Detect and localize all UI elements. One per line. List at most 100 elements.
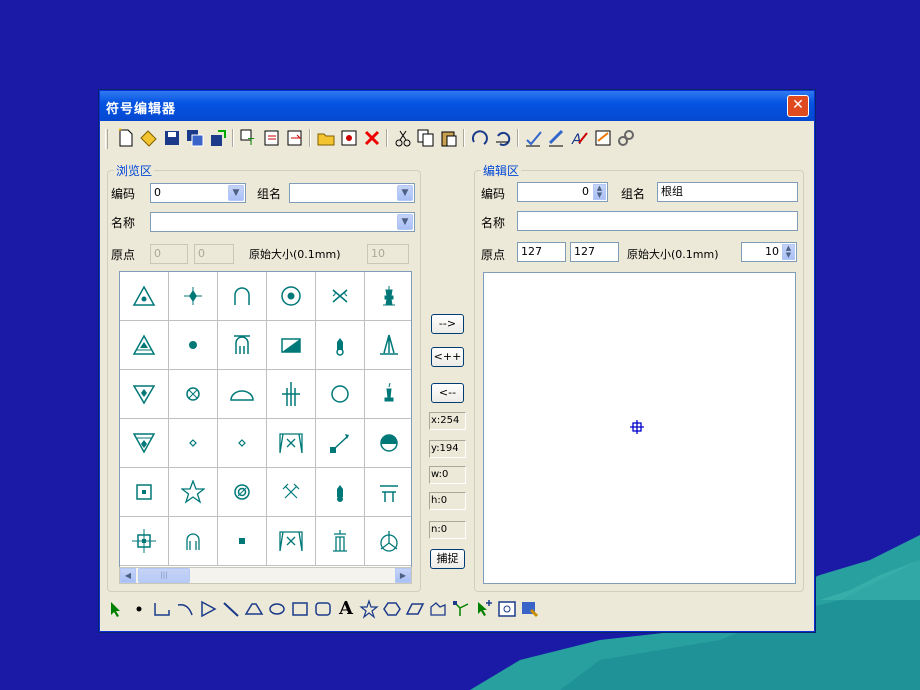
symbol-cell[interactable] bbox=[120, 468, 169, 517]
rotate-icon[interactable] bbox=[470, 128, 490, 148]
properties-icon[interactable] bbox=[339, 128, 359, 148]
symbol-cell[interactable] bbox=[169, 468, 218, 517]
symbol-cell[interactable] bbox=[267, 321, 316, 370]
edit-origin-x[interactable]: 127 bbox=[517, 242, 566, 262]
symbol-cell[interactable] bbox=[365, 321, 411, 370]
symbol-cell[interactable] bbox=[218, 468, 267, 517]
toolbar-grip[interactable] bbox=[105, 129, 108, 149]
chevron-down-icon[interactable]: ▼ bbox=[397, 214, 413, 230]
edit-group-field[interactable]: 根组 bbox=[657, 182, 798, 202]
node-select-icon[interactable] bbox=[474, 599, 494, 619]
half-circle-icon[interactable] bbox=[244, 599, 264, 619]
edit-name-field[interactable] bbox=[517, 211, 798, 231]
scroll-thumb[interactable]: ||| bbox=[138, 568, 190, 583]
symbol-cell[interactable] bbox=[169, 419, 218, 468]
copy-to-browse-button[interactable]: <-- bbox=[431, 383, 464, 403]
snap-button[interactable]: 捕捉 bbox=[430, 549, 465, 569]
browse-group-select[interactable]: ▼ bbox=[289, 183, 415, 203]
symbol-cell[interactable] bbox=[169, 517, 218, 566]
paste-icon[interactable] bbox=[439, 128, 459, 148]
symbol-cell[interactable] bbox=[365, 468, 411, 517]
symbol-cell[interactable] bbox=[316, 321, 365, 370]
polygon-icon[interactable] bbox=[198, 599, 218, 619]
append-symbol-button[interactable]: <++ bbox=[431, 347, 464, 367]
hexagon-icon[interactable] bbox=[382, 599, 402, 619]
pen-icon[interactable] bbox=[524, 128, 544, 148]
save-as-icon[interactable] bbox=[185, 128, 205, 148]
symbol-grid-scrollbar[interactable]: ◀ ||| ▶ bbox=[119, 567, 412, 584]
line-icon[interactable] bbox=[221, 599, 241, 619]
export-icon[interactable] bbox=[208, 128, 228, 148]
star-icon[interactable] bbox=[359, 599, 379, 619]
copy-icon[interactable] bbox=[416, 128, 436, 148]
symbol-cell[interactable] bbox=[316, 517, 365, 566]
select-arrow-icon[interactable] bbox=[106, 599, 126, 619]
polyline-icon[interactable] bbox=[152, 599, 172, 619]
open-icon[interactable] bbox=[139, 128, 159, 148]
fill-icon[interactable] bbox=[520, 599, 540, 619]
symbol-cell[interactable] bbox=[120, 370, 169, 419]
symbol-cell[interactable] bbox=[267, 419, 316, 468]
symbol-cell[interactable] bbox=[365, 419, 411, 468]
symbol-cell[interactable] bbox=[267, 272, 316, 321]
spinner-arrows-icon[interactable]: ▲ ▼ bbox=[782, 244, 795, 260]
browse-name-select[interactable]: ▼ bbox=[150, 212, 415, 232]
symbol-cell[interactable] bbox=[316, 419, 365, 468]
symbol-cell[interactable] bbox=[120, 321, 169, 370]
symbol-cell[interactable] bbox=[316, 370, 365, 419]
edit-canvas[interactable] bbox=[483, 272, 796, 584]
symbol-cell[interactable] bbox=[218, 370, 267, 419]
symbol-cell[interactable] bbox=[267, 468, 316, 517]
symbol-cell[interactable] bbox=[316, 468, 365, 517]
image-icon[interactable] bbox=[497, 599, 517, 619]
undo-icon[interactable] bbox=[493, 128, 513, 148]
symbol-cell[interactable] bbox=[316, 272, 365, 321]
node-edit-icon[interactable] bbox=[451, 599, 471, 619]
text-copy-icon[interactable]: T bbox=[239, 128, 259, 148]
copy-to-edit-button[interactable]: --> bbox=[431, 314, 464, 334]
symbol-cell[interactable] bbox=[365, 370, 411, 419]
symbol-cell[interactable] bbox=[218, 517, 267, 566]
scroll-left-icon[interactable]: ◀ bbox=[120, 568, 136, 583]
edit-size-spinner[interactable]: 10 ▲ ▼ bbox=[741, 242, 797, 262]
symbol-cell[interactable] bbox=[169, 321, 218, 370]
save-icon[interactable] bbox=[162, 128, 182, 148]
report-icon[interactable] bbox=[593, 128, 613, 148]
cut-icon[interactable] bbox=[393, 128, 413, 148]
rounded-rect-icon[interactable] bbox=[313, 599, 333, 619]
arc-icon[interactable] bbox=[175, 599, 195, 619]
symbol-cell[interactable] bbox=[120, 517, 169, 566]
browse-code-select[interactable]: 0 ▼ bbox=[150, 183, 246, 203]
chevron-down-icon[interactable]: ▼ bbox=[228, 185, 244, 201]
symbol-cell[interactable] bbox=[169, 370, 218, 419]
symbol-cell[interactable] bbox=[169, 272, 218, 321]
point-icon[interactable] bbox=[129, 599, 149, 619]
spinner-arrows-icon[interactable]: ▲ ▼ bbox=[593, 184, 606, 200]
symbol-cell[interactable] bbox=[365, 272, 411, 321]
delete-icon[interactable] bbox=[362, 128, 382, 148]
new-icon[interactable] bbox=[116, 128, 136, 148]
pen-alt-icon[interactable] bbox=[547, 128, 567, 148]
text-icon[interactable]: A bbox=[336, 599, 356, 619]
edit-text-icon[interactable]: A bbox=[570, 128, 590, 148]
symbol-cell[interactable] bbox=[218, 321, 267, 370]
batch-import-icon[interactable] bbox=[285, 128, 305, 148]
ellipse-icon[interactable] bbox=[267, 599, 287, 619]
edit-origin-y[interactable]: 127 bbox=[570, 242, 619, 262]
symbol-cell[interactable] bbox=[120, 272, 169, 321]
symbol-cell[interactable] bbox=[267, 370, 316, 419]
symbol-cell[interactable] bbox=[218, 419, 267, 468]
symbol-cell[interactable] bbox=[267, 517, 316, 566]
close-button[interactable]: ✕ bbox=[787, 95, 809, 117]
rectangle-icon[interactable] bbox=[290, 599, 310, 619]
edit-code-spinner[interactable]: 0 ▲ ▼ bbox=[517, 182, 608, 202]
folder-new-icon[interactable] bbox=[316, 128, 336, 148]
parallelogram-icon[interactable] bbox=[405, 599, 425, 619]
symbol-cell[interactable] bbox=[365, 517, 411, 566]
bezier-icon[interactable] bbox=[428, 599, 448, 619]
symbol-cell[interactable] bbox=[120, 419, 169, 468]
chevron-down-icon[interactable]: ▼ bbox=[397, 185, 413, 201]
scroll-right-icon[interactable]: ▶ bbox=[395, 568, 411, 583]
link-icon[interactable] bbox=[616, 128, 636, 148]
import-icon[interactable] bbox=[262, 128, 282, 148]
